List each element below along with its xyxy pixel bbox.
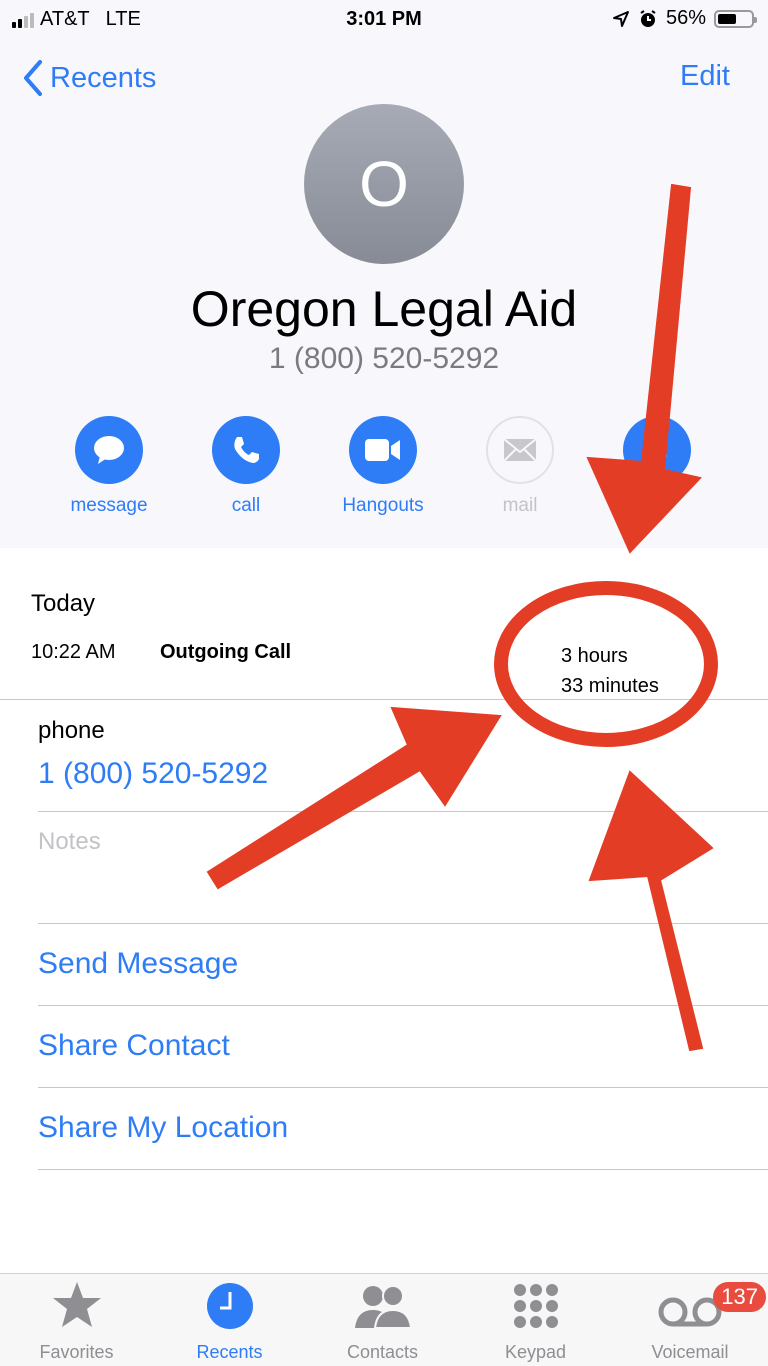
divider xyxy=(38,1005,768,1006)
navigation-bar: Recents Edit xyxy=(0,56,768,100)
divider xyxy=(38,1169,768,1170)
clock-icon xyxy=(206,1283,253,1329)
hangouts-action-label: Hangouts xyxy=(342,495,424,516)
dollar-icon: $ xyxy=(646,429,668,470)
battery-level xyxy=(718,13,736,24)
phone-number-link[interactable]: 1 (800) 520-5292 xyxy=(38,757,268,791)
mail-action-label: mail xyxy=(502,495,538,516)
tab-contacts[interactable]: Contacts xyxy=(306,1274,459,1366)
battery-icon xyxy=(714,9,757,28)
divider xyxy=(38,923,768,924)
message-bubble-icon xyxy=(94,436,124,464)
keypad-icon xyxy=(513,1284,558,1328)
annotation-arrow-diagonal-icon xyxy=(206,706,502,890)
tab-favorites-label: Favorites xyxy=(39,1342,114,1362)
hangouts-action-button[interactable]: Hangouts xyxy=(323,416,443,517)
contacts-icon xyxy=(354,1285,412,1329)
phone-icon xyxy=(234,437,259,463)
divider xyxy=(38,1087,768,1088)
tab-keypad-label: Keypad xyxy=(504,1342,567,1362)
tab-favorites[interactable]: Favorites xyxy=(0,1274,153,1366)
share-location-button[interactable]: Share My Location xyxy=(38,1111,288,1145)
divider xyxy=(38,811,768,812)
call-action-circle xyxy=(212,416,280,484)
mail-action-button[interactable]: mail xyxy=(460,416,580,517)
call-duration-minutes: 33 minutes xyxy=(561,675,659,697)
pay-action-circle: $ xyxy=(623,416,691,484)
call-action-label: call xyxy=(231,495,261,516)
status-bar: AT&T LTE 3:01 PM 56% xyxy=(0,0,768,40)
tab-contacts-label: Contacts xyxy=(346,1342,419,1362)
tab-recents[interactable]: Recents xyxy=(153,1274,306,1366)
voicemail-badge: 137 xyxy=(713,1282,766,1312)
call-duration-hours: 3 hours xyxy=(561,645,628,667)
tab-bar: Favorites Recents Contacts Keypad Voicem… xyxy=(0,1273,768,1366)
notes-field[interactable]: Notes xyxy=(38,828,101,856)
message-action-button[interactable]: message xyxy=(49,416,169,517)
tab-keypad[interactable]: Keypad xyxy=(459,1274,612,1366)
mail-action-circle xyxy=(486,416,554,484)
back-button-label: Recents xyxy=(50,61,157,94)
contact-name: Oregon Legal Aid xyxy=(190,281,578,337)
phone-field-label: phone xyxy=(38,717,105,744)
tab-recents-label: Recents xyxy=(196,1342,263,1362)
alarm-icon xyxy=(640,9,656,27)
envelope-icon xyxy=(503,438,537,462)
hangouts-action-circle xyxy=(349,416,417,484)
back-button[interactable]: Recents xyxy=(22,58,156,98)
avatar: O xyxy=(304,104,464,264)
chevron-left-icon xyxy=(24,60,42,96)
star-icon xyxy=(52,1282,101,1327)
call-log-type: Outgoing Call xyxy=(160,641,292,663)
annotation-arrow-up-icon xyxy=(588,770,714,1052)
contact-subtitle-phone: 1 (800) 520-5292 xyxy=(268,342,500,375)
tab-voicemail-label: Voicemail xyxy=(651,1342,729,1362)
divider xyxy=(0,699,768,700)
share-contact-button[interactable]: Share Contact xyxy=(38,1029,230,1063)
location-arrow-icon xyxy=(612,10,629,27)
call-action-button[interactable]: call xyxy=(186,416,306,517)
send-message-button[interactable]: Send Message xyxy=(38,947,238,981)
call-log-day: Today xyxy=(31,590,96,617)
edit-button[interactable]: Edit xyxy=(680,60,730,93)
video-camera-icon xyxy=(365,439,400,461)
pay-action-button[interactable]: $ xyxy=(597,416,717,495)
message-action-label: message xyxy=(70,495,148,516)
battery-percent: 56% xyxy=(665,7,706,29)
message-action-circle xyxy=(75,416,143,484)
avatar-initial: O xyxy=(359,148,409,220)
call-log-time: 10:22 AM xyxy=(31,641,116,663)
tab-voicemail[interactable]: Voicemail 137 xyxy=(612,1274,768,1366)
call-duration: 3 hours 33 minutes xyxy=(561,641,659,701)
